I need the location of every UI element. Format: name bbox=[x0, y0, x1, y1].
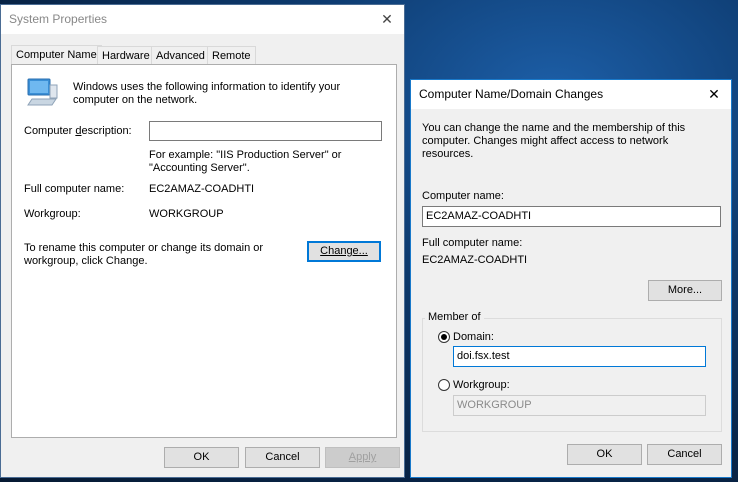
tab-label: Advanced bbox=[156, 50, 205, 62]
full-name-value: EC2AMAZ-COADHTI bbox=[149, 183, 255, 195]
radio-selected-dot bbox=[441, 334, 447, 340]
title-bar: Computer Name/Domain Changes ✕ bbox=[411, 80, 731, 109]
computer-icon bbox=[27, 78, 58, 106]
example-text: For example: "IIS Production Server" or … bbox=[149, 149, 342, 174]
tab-label: Computer Name bbox=[16, 49, 97, 61]
dialog-title: Computer Name/Domain Changes bbox=[419, 87, 604, 101]
description-label: Computer description: bbox=[24, 125, 132, 137]
workgroup-label: Workgroup: bbox=[24, 208, 81, 220]
intro-text: You can change the name and the membersh… bbox=[422, 122, 686, 160]
tab-label: Hardware bbox=[102, 50, 150, 62]
tab-panel: Windows uses the following information t… bbox=[11, 64, 397, 438]
cancel-label: Cancel bbox=[667, 448, 702, 460]
tab-remote[interactable]: Remote bbox=[207, 46, 256, 65]
rename-text: To rename this computer or change its do… bbox=[24, 242, 264, 267]
full-name-value: EC2AMAZ-COADHTI bbox=[422, 254, 528, 266]
more-button[interactable]: More... bbox=[648, 280, 722, 301]
cancel-button[interactable]: Cancel bbox=[245, 447, 320, 468]
tab-advanced[interactable]: Advanced bbox=[151, 46, 210, 65]
computer-name-label: Computer name: bbox=[422, 190, 504, 202]
ok-button[interactable]: OK bbox=[567, 444, 642, 465]
tab-label: Remote bbox=[212, 50, 251, 62]
domain-radio[interactable] bbox=[438, 331, 450, 343]
close-icon[interactable]: ✕ bbox=[370, 5, 404, 34]
workgroup-radio[interactable] bbox=[438, 379, 450, 391]
description-input[interactable] bbox=[149, 121, 382, 141]
workgroup-label: Workgroup: bbox=[453, 379, 510, 391]
domain-changes-dialog: Computer Name/Domain Changes ✕ You can c… bbox=[410, 79, 732, 478]
system-properties-window: System Properties ✕ Computer Name Hardwa… bbox=[0, 4, 405, 478]
tab-hardware[interactable]: Hardware bbox=[97, 46, 155, 65]
full-name-label: Full computer name: bbox=[24, 183, 125, 195]
workgroup-value: WORKGROUP bbox=[149, 208, 224, 220]
cancel-label: Cancel bbox=[265, 451, 300, 463]
change-button[interactable]: Change... bbox=[307, 241, 381, 262]
computer-name-input[interactable]: EC2AMAZ-COADHTI bbox=[422, 206, 721, 227]
workgroup-input[interactable]: WORKGROUP bbox=[453, 395, 706, 416]
domain-input[interactable]: doi.fsx.test bbox=[453, 346, 706, 367]
close-icon[interactable]: ✕ bbox=[697, 80, 731, 109]
cancel-button[interactable]: Cancel bbox=[647, 444, 722, 465]
tab-computer-name[interactable]: Computer Name bbox=[11, 45, 102, 64]
apply-button[interactable]: Apply bbox=[325, 447, 400, 468]
ok-label: OK bbox=[193, 451, 210, 463]
apply-label: Apply bbox=[348, 451, 377, 463]
ok-button[interactable]: OK bbox=[164, 447, 239, 468]
change-button-label: Change... bbox=[320, 245, 368, 257]
member-of-label: Member of bbox=[425, 311, 484, 323]
title-bar: System Properties ✕ bbox=[1, 5, 404, 34]
intro-text: Windows uses the following information t… bbox=[73, 81, 341, 106]
ok-label: OK bbox=[596, 448, 613, 460]
domain-label: Domain: bbox=[453, 331, 494, 343]
window-title: System Properties bbox=[9, 12, 108, 26]
full-name-label: Full computer name: bbox=[422, 237, 523, 249]
more-label: More... bbox=[667, 284, 703, 296]
